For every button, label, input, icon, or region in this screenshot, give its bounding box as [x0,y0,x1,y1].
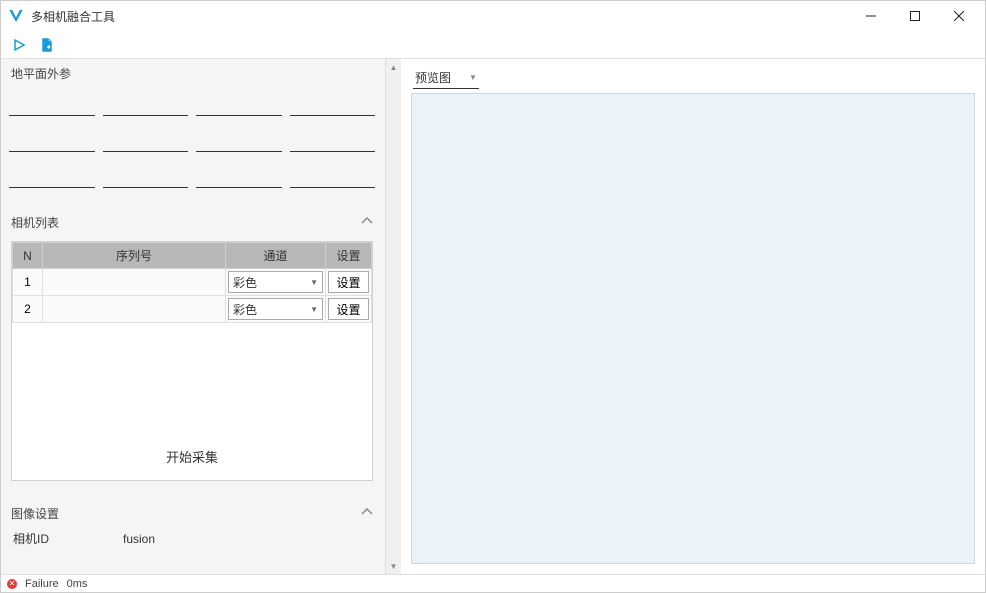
image-settings-collapse-icon[interactable] [361,508,373,519]
image-settings-header: 图像设置 [1,499,383,528]
gp-input-1-2[interactable] [196,128,282,152]
camera-id-row: 相机ID fusion [1,528,383,549]
camera-row-n: 2 [13,296,43,323]
preview-header: 预览图 ▼ [411,63,975,93]
close-button[interactable] [937,1,981,31]
image-settings-title: 图像设置 [11,505,59,522]
ground-plane-grid [1,88,383,208]
gp-input-0-1[interactable] [103,92,189,116]
camera-row-serial [43,296,226,323]
channel-select[interactable]: 彩色 ▼ [228,298,323,320]
left-panel-wrap: 地平面外参 [1,59,401,574]
camera-list-title: 相机列表 [11,214,59,231]
col-header-settings: 设置 [326,243,372,269]
preview-select-label: 预览图 [415,69,451,86]
channel-select[interactable]: 彩色 ▼ [228,271,323,293]
settings-button[interactable]: 设置 [328,298,369,320]
camera-list-collapse-icon[interactable] [361,217,373,228]
scroll-down-icon[interactable]: ▼ [386,558,401,574]
left-scrollbar[interactable]: ▲ ▼ [385,59,401,574]
chevron-down-icon: ▼ [310,278,318,287]
toolbar [1,31,985,59]
camera-list-box: N 序列号 通道 设置 1 彩色 [11,241,373,481]
status-time: 0ms [67,578,88,590]
gp-input-0-3[interactable] [290,92,376,116]
chevron-down-icon: ▼ [310,305,318,314]
maximize-button[interactable] [893,1,937,31]
camera-table: N 序列号 通道 设置 1 彩色 [12,242,372,323]
gp-input-1-3[interactable] [290,128,376,152]
camera-row-serial [43,269,226,296]
camera-list-header: 相机列表 [1,208,383,237]
status-text: Failure [25,578,59,590]
minimize-button[interactable] [849,1,893,31]
export-file-button[interactable] [37,35,57,55]
app-logo-icon [7,7,25,25]
gp-input-0-0[interactable] [9,92,95,116]
camera-table-empty-space [12,323,372,433]
gp-input-2-0[interactable] [9,164,95,188]
ground-plane-header: 地平面外参 [1,59,383,88]
status-bar: ✕ Failure 0ms [1,574,985,592]
gp-input-2-1[interactable] [103,164,189,188]
window-title: 多相机融合工具 [31,8,849,25]
col-header-serial: 序列号 [43,243,226,269]
left-panel: 地平面外参 [1,59,385,574]
gp-input-2-3[interactable] [290,164,376,188]
preview-select[interactable]: 预览图 ▼ [413,69,479,89]
chevron-down-icon: ▼ [469,73,477,82]
camera-row-n: 1 [13,269,43,296]
ground-plane-title: 地平面外参 [11,65,71,82]
settings-button[interactable]: 设置 [328,271,369,293]
camera-row: 2 彩色 ▼ 设置 [13,296,372,323]
gp-input-1-1[interactable] [103,128,189,152]
preview-area [411,93,975,564]
right-panel: 预览图 ▼ [401,59,985,574]
camera-id-label: 相机ID [13,530,123,547]
camera-row: 1 彩色 ▼ 设置 [13,269,372,296]
scroll-up-icon[interactable]: ▲ [386,59,401,75]
main-area: 地平面外参 [1,59,985,574]
camera-id-value: fusion [123,532,155,546]
gp-input-2-2[interactable] [196,164,282,188]
gp-input-1-0[interactable] [9,128,95,152]
gp-input-0-2[interactable] [196,92,282,116]
start-capture-button[interactable]: 开始采集 [12,433,372,480]
error-icon: ✕ [7,579,17,589]
col-header-n: N [13,243,43,269]
title-bar: 多相机融合工具 [1,1,985,31]
play-button[interactable] [9,35,29,55]
col-header-channel: 通道 [226,243,326,269]
